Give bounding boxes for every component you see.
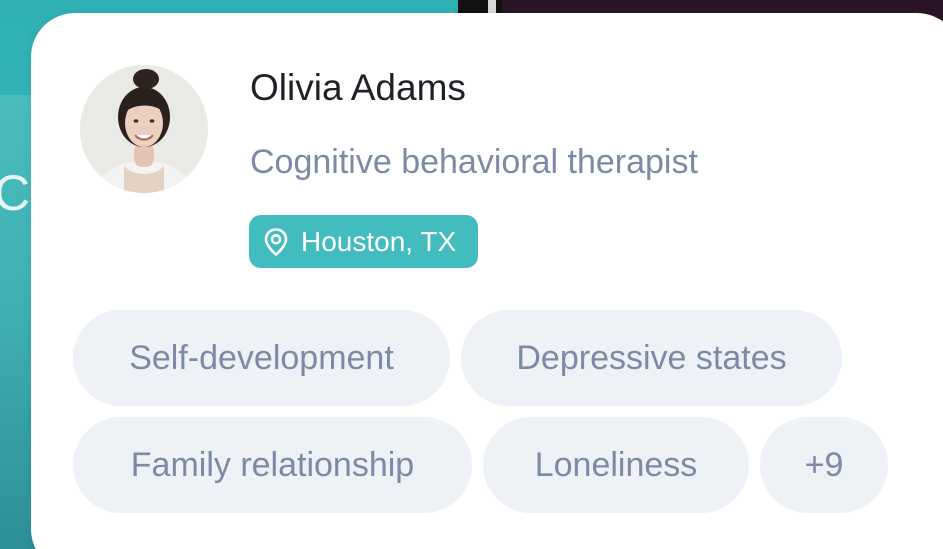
tag-loneliness[interactable]: Loneliness (483, 417, 749, 513)
tag-row-1: Self-development Depressive states (73, 310, 933, 406)
avatar-portrait-image (80, 65, 208, 193)
tag-self-development[interactable]: Self-development (73, 310, 450, 406)
tag-depressive-states[interactable]: Depressive states (461, 310, 842, 406)
therapist-role: Cognitive behavioral therapist (250, 143, 698, 181)
avatar[interactable] (80, 65, 208, 193)
tag-row-2: Family relationship Loneliness +9 (73, 417, 933, 513)
more-tags-button[interactable]: +9 (760, 417, 888, 513)
location-label: Houston, TX (301, 225, 457, 257)
therapist-profile-card[interactable]: Olivia Adams Cognitive behavioral therap… (31, 13, 943, 549)
specialization-tags: Self-development Depressive states Famil… (73, 310, 933, 524)
background-partial-glyph: C (0, 165, 31, 221)
tag-family-relationship[interactable]: Family relationship (73, 417, 472, 513)
map-pin-icon (261, 227, 291, 257)
therapist-name: Olivia Adams (250, 67, 466, 108)
location-badge: Houston, TX (249, 215, 479, 268)
